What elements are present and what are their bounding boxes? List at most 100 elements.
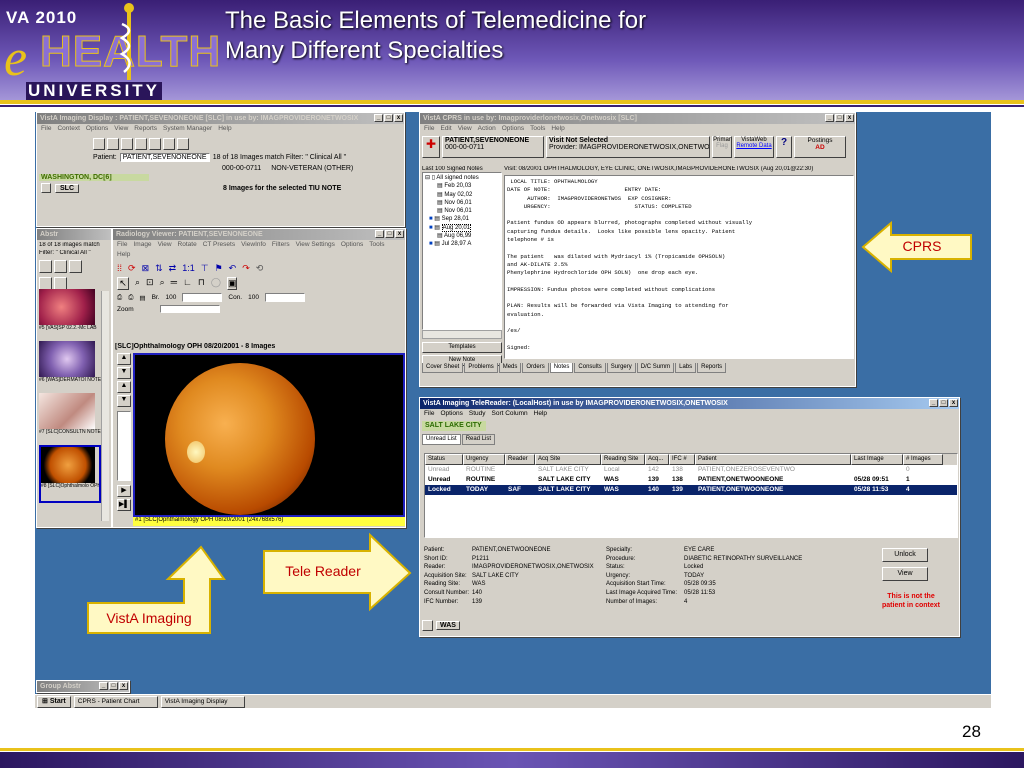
pointer-icon[interactable]: ↖ — [117, 277, 129, 290]
maximize-button[interactable]: □ — [385, 230, 394, 238]
tab-notes[interactable]: Notes — [549, 363, 574, 373]
menu-viewinfo[interactable]: ViewInfo — [241, 241, 266, 248]
tool-icon[interactable]: ⁞⁞ — [117, 263, 122, 274]
start-button[interactable]: ⊞ Start — [37, 695, 71, 708]
flip-h-icon[interactable]: ⇄ — [169, 263, 177, 274]
toolbar-icon-5[interactable] — [149, 138, 161, 150]
contrast-slider[interactable] — [264, 293, 305, 302]
patient-icon[interactable]: ✚ — [422, 136, 440, 158]
menu-help[interactable]: Help — [534, 410, 547, 417]
tab-meds[interactable]: Meds — [498, 363, 522, 373]
circle-icon[interactable]: ◯ — [211, 277, 221, 290]
column-header[interactable]: Patient — [695, 454, 851, 465]
unlock-button[interactable]: Unlock — [882, 548, 928, 562]
minimize-button[interactable]: _ — [825, 114, 834, 122]
menu-tools[interactable]: Tools — [530, 125, 545, 132]
column-header[interactable]: Reader — [505, 454, 535, 465]
menu-ct-presets[interactable]: CT Presets — [203, 241, 235, 248]
nav-last-icon[interactable]: ▶▌ — [117, 499, 131, 511]
toolbar-icon-1[interactable] — [93, 138, 105, 150]
menu-help[interactable]: Help — [218, 125, 231, 132]
view-button[interactable]: View — [882, 567, 928, 581]
toolbar-icon-6[interactable] — [163, 138, 175, 150]
ruler-icon[interactable]: ═ — [171, 277, 177, 290]
column-header[interactable]: # Images — [903, 454, 943, 465]
magnify-icon[interactable]: ⌕ — [135, 277, 140, 290]
menu-view-settings[interactable]: View Settings — [296, 241, 335, 248]
flag-icon[interactable]: ⚑ — [215, 263, 223, 274]
menu-file[interactable]: File — [424, 410, 434, 417]
nav-up-2-icon[interactable]: ▲ — [117, 381, 131, 393]
fundus-image[interactable] — [133, 353, 405, 517]
taskbar-item-cprs[interactable]: CPRS - Patient Chart — [73, 695, 158, 708]
menu-image[interactable]: Image — [133, 241, 151, 248]
close-button[interactable]: x — [395, 230, 404, 238]
menu-reports[interactable]: Reports — [134, 125, 157, 132]
column-header[interactable]: Last Image — [851, 454, 903, 465]
align-icon[interactable]: ⊤ — [201, 263, 209, 274]
menu-options[interactable]: Options — [86, 125, 108, 132]
menu-tools[interactable]: Tools — [369, 241, 384, 248]
column-header[interactable]: Acq Site — [535, 454, 601, 465]
primary-button[interactable]: Primar Flag — [712, 136, 732, 158]
templates-button[interactable]: Templates — [422, 342, 502, 353]
menu-options[interactable]: Options — [502, 125, 524, 132]
menu-system-manager[interactable]: System Manager — [163, 125, 212, 132]
tab-read-list[interactable]: Read List — [461, 434, 496, 445]
taskbar-item-imaging[interactable]: VistA Imaging Display — [160, 695, 245, 708]
angle-icon[interactable]: ∟ — [183, 277, 192, 290]
table-row[interactable]: Locked TODAY SAF SALT LAKE CITY WAS 140 139 PAT… — [425, 485, 957, 495]
tab-reports[interactable]: Reports — [697, 363, 727, 373]
maximize-button[interactable]: □ — [384, 114, 393, 122]
toolbar-icon-3[interactable] — [121, 138, 133, 150]
status-site[interactable]: WAS — [436, 621, 460, 630]
note-item[interactable]: ■ ▤ Jul 28,97 A — [425, 240, 499, 248]
maximize-button[interactable]: □ — [939, 399, 948, 407]
minimize-button[interactable]: _ — [99, 682, 108, 690]
column-header[interactable]: Acq... — [645, 454, 669, 465]
nav-next-icon[interactable]: ▶ — [117, 485, 131, 497]
all-signed-notes[interactable]: ⊟ ▯ All signed notes — [425, 174, 499, 182]
notes-tree[interactable]: ⊟ ▯ All signed notes ▤ Feb 20,03 ▤ May 0… — [422, 172, 502, 330]
one-to-one-icon[interactable]: 1:1 — [182, 263, 195, 274]
tab-unread-list[interactable]: Unread List — [422, 434, 461, 445]
visit-button[interactable]: Visit Not Selected Provider: IMAGPROVIDE… — [546, 136, 710, 158]
vistaweb-button[interactable]: VistaWeb Remote Data — [734, 136, 774, 158]
tab-surgery[interactable]: Surgery — [606, 363, 636, 373]
protractor-icon[interactable]: ⊓ — [198, 277, 205, 290]
note-item[interactable]: ▤ Nov 06,01 — [425, 207, 499, 215]
toolbar-icon-7[interactable] — [177, 138, 189, 150]
menu-view[interactable]: View — [158, 241, 172, 248]
close-button[interactable]: x — [119, 682, 128, 690]
tab-cover-sheet[interactable]: Cover Sheet — [422, 363, 464, 373]
help-icon[interactable]: ? — [776, 136, 792, 158]
abstract-item[interactable]: #6 [WAS]DERMATOI NOTE — [39, 341, 101, 393]
measure-icon[interactable]: ⊡ — [146, 277, 154, 290]
abstract-item[interactable]: #5 [VAS]SP 02.2.-Mc LAB — [39, 289, 101, 341]
save-icon[interactable]: ▣ — [226, 277, 238, 290]
close-button[interactable]: x — [949, 399, 958, 407]
abstracts-tool-2[interactable] — [54, 260, 67, 273]
tab-orders[interactable]: Orders — [522, 363, 549, 373]
tab-d-c-summ[interactable]: D/C Summ — [636, 363, 675, 373]
menu-file[interactable]: File — [41, 125, 51, 132]
note-item[interactable]: ■ ▤ Sep 28,01 — [425, 215, 499, 223]
postings-button[interactable]: Postings AD — [794, 136, 846, 158]
note-item[interactable]: ▤ May 02,02 — [425, 191, 499, 199]
maximize-button[interactable]: □ — [109, 682, 118, 690]
minimize-button[interactable]: _ — [374, 114, 383, 122]
menu-edit[interactable]: Edit — [440, 125, 451, 132]
menu-action[interactable]: Action — [478, 125, 496, 132]
column-header[interactable]: Reading Site — [601, 454, 645, 465]
slc-tab[interactable]: SLC — [55, 183, 79, 193]
copy-icon[interactable]: ▤ — [139, 294, 145, 302]
image-scroll-track[interactable] — [117, 411, 131, 481]
menu-context[interactable]: Context — [57, 125, 79, 132]
tab-problems[interactable]: Problems — [464, 363, 498, 373]
column-header[interactable]: IFC # — [669, 454, 695, 465]
minimize-button[interactable]: _ — [375, 230, 384, 238]
menu-options[interactable]: Options — [440, 410, 462, 417]
menu-view[interactable]: View — [114, 125, 128, 132]
maximize-button[interactable]: □ — [835, 114, 844, 122]
zoom-icon[interactable]: ⌕ — [160, 277, 165, 290]
